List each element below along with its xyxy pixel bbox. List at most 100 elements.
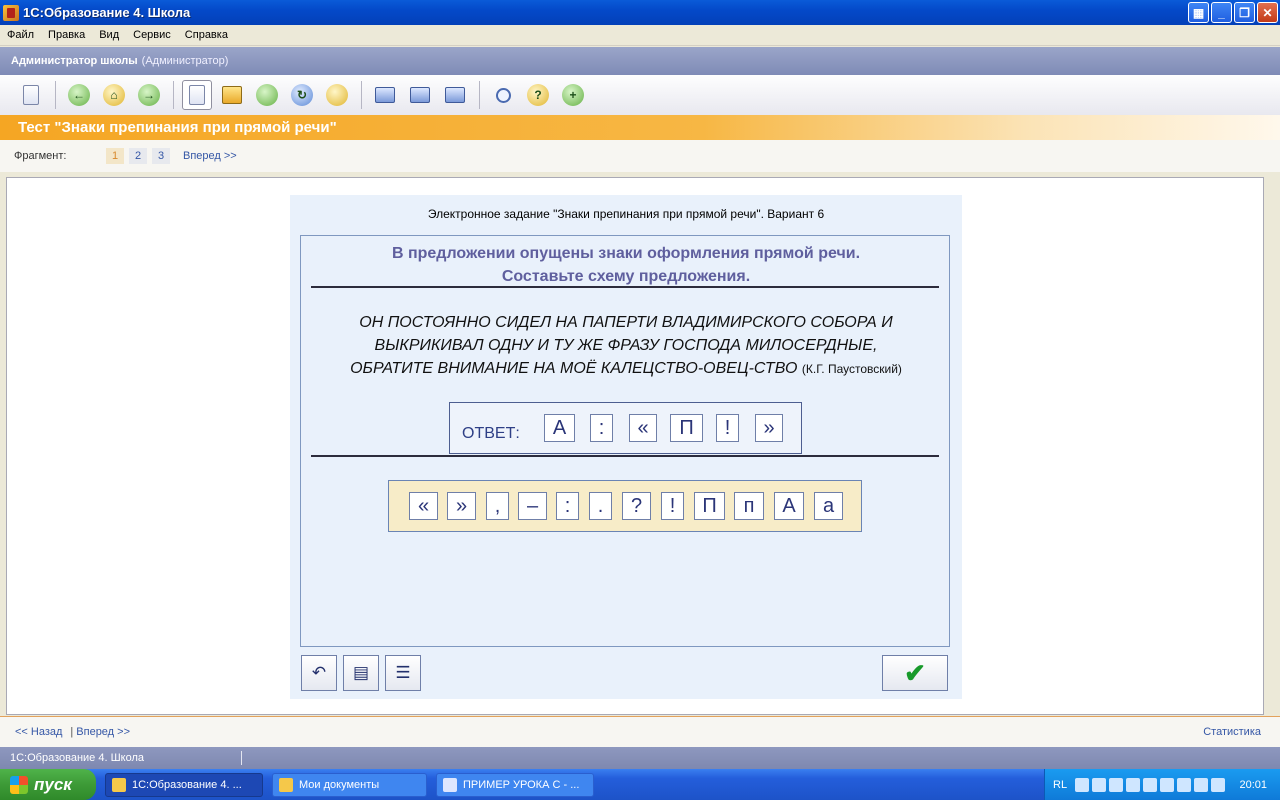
task-instruction: В предложении опущены знаки оформления п… xyxy=(301,242,951,288)
screen-button[interactable] xyxy=(370,80,400,110)
status-text: 1С:Образование 4. Школа xyxy=(10,752,145,764)
export-icon xyxy=(256,84,278,106)
answer-slot[interactable]: : xyxy=(590,414,613,442)
symbol-choice[interactable]: « xyxy=(409,492,438,520)
refresh-button[interactable]: ↻ xyxy=(287,80,317,110)
instruction-line-2: Составьте схему предложения. xyxy=(501,268,751,285)
display-icon[interactable] xyxy=(1160,777,1175,792)
taskbar-item-1c[interactable]: 1С:Образование 4. ... xyxy=(105,772,263,797)
taskbar: пуск 1С:Образование 4. ... Мои документы… xyxy=(0,769,1280,800)
symbol-choice[interactable]: п xyxy=(734,492,764,520)
answer-box[interactable]: ОТВЕТ: А : « П ! » xyxy=(449,402,802,454)
clock[interactable]: 20:01 xyxy=(1239,779,1267,791)
symbol-choice[interactable]: а xyxy=(814,492,843,520)
answer-slot[interactable]: А xyxy=(544,414,575,442)
restore-button[interactable]: ❐ xyxy=(1234,2,1255,23)
symbol-choice[interactable]: » xyxy=(447,492,476,520)
taskbar-item-label: 1С:Образование 4. ... xyxy=(132,778,242,791)
notes-button[interactable]: ☰ xyxy=(385,655,421,691)
symbol-choice[interactable]: : xyxy=(556,492,579,520)
usb-icon[interactable] xyxy=(1126,777,1141,792)
profile-button[interactable] xyxy=(322,80,352,110)
menu-help[interactable]: Справка xyxy=(178,29,235,41)
fragment-next-link[interactable]: Вперед >> xyxy=(183,150,237,162)
sentence-author: (К.Г. Паустовский) xyxy=(801,362,902,376)
page-button[interactable] xyxy=(182,80,212,110)
back-icon: ← xyxy=(68,84,90,106)
clock-icon[interactable] xyxy=(1177,777,1192,792)
back-link[interactable]: << Назад xyxy=(15,726,62,738)
user-name: Администратор школы xyxy=(11,55,138,67)
symbol-choice[interactable]: А xyxy=(774,492,804,520)
search-button[interactable] xyxy=(488,80,518,110)
tile-icon[interactable]: ▦ xyxy=(1188,2,1209,23)
instruction-line-1: В предложении опущены знаки оформления п… xyxy=(391,245,861,262)
user-role: (Администратор) xyxy=(141,55,229,67)
document-icon xyxy=(443,777,457,792)
divider xyxy=(311,455,939,457)
window-title: 1С:Образование 4. Школа xyxy=(23,5,191,20)
close-button[interactable]: ✕ xyxy=(1257,2,1278,23)
fragment-1[interactable]: 1 xyxy=(106,148,124,164)
menu-view[interactable]: Вид xyxy=(92,29,126,41)
symbol-choice[interactable]: ! xyxy=(661,492,684,520)
taskbar-item-label: ПРИМЕР УРОКА С - ... xyxy=(463,778,580,791)
tool-icon[interactable] xyxy=(1211,777,1226,792)
test-header: Тест "Знаки препинания при прямой речи" xyxy=(0,115,1280,140)
status-divider xyxy=(241,751,242,765)
book-button[interactable] xyxy=(217,80,247,110)
add-button[interactable]: + xyxy=(558,80,588,110)
start-label: пуск xyxy=(34,774,72,794)
symbol-choice[interactable]: . xyxy=(589,492,612,520)
answer-slot[interactable]: « xyxy=(629,414,657,442)
menu-edit[interactable]: Правка xyxy=(41,29,92,41)
answer-slot[interactable]: ! xyxy=(716,414,739,442)
fragment-3[interactable]: 3 xyxy=(152,148,170,164)
exit-button[interactable] xyxy=(16,80,46,110)
symbol-palette: « » , – : . ? ! П п А а xyxy=(388,480,862,532)
hint-button[interactable]: ▤ xyxy=(343,655,379,691)
answer-slot[interactable]: П xyxy=(670,414,703,442)
forward-link[interactable]: Вперед >> xyxy=(76,726,130,738)
fragment-2[interactable]: 2 xyxy=(129,148,147,164)
print-button[interactable] xyxy=(440,80,470,110)
taskbar-item-word[interactable]: ПРИМЕР УРОКА С - ... xyxy=(436,772,594,797)
antivirus-icon[interactable] xyxy=(1109,777,1124,792)
symbol-choice[interactable]: ? xyxy=(622,492,651,520)
sentence-line-3: ОБРАТИТЕ ВНИМАНИЕ НА МОЁ КАЛЕЦСТВО-ОВЕЦ-… xyxy=(350,360,798,377)
minimize-button[interactable]: _ xyxy=(1211,2,1232,23)
taskbar-item-documents[interactable]: Мои документы xyxy=(272,772,427,797)
network-icon[interactable] xyxy=(1092,777,1107,792)
window-controls: ▦ _ ❐ ✕ xyxy=(1188,2,1278,23)
answer-slot[interactable]: » xyxy=(755,414,783,442)
undo-button[interactable]: ↶ xyxy=(301,655,337,691)
title-bar: 1С:Образование 4. Школа ▦ _ ❐ ✕ xyxy=(0,0,1280,25)
windows-logo-icon xyxy=(10,775,28,794)
menu-file[interactable]: Файл xyxy=(0,29,41,41)
back-button[interactable]: ← xyxy=(64,80,94,110)
nav-separator: | xyxy=(70,726,74,738)
export-button[interactable] xyxy=(252,80,282,110)
screen-icon xyxy=(375,87,395,103)
statistics-link[interactable]: Статистика xyxy=(1203,726,1261,738)
check-answer-button[interactable]: ✔ xyxy=(882,655,948,691)
task-sentence: ОН ПОСТОЯННО СИДЕЛ НА ПАПЕРТИ ВЛАДИМИРСК… xyxy=(325,311,927,381)
home-button[interactable]: ⌂ xyxy=(99,80,129,110)
undo-icon: ↶ xyxy=(311,663,327,682)
symbol-choice[interactable]: , xyxy=(486,492,509,520)
page-icon: ▤ xyxy=(352,663,370,682)
chat-icon[interactable] xyxy=(1194,777,1209,792)
menu-service[interactable]: Сервис xyxy=(126,29,178,41)
page-icon xyxy=(189,85,205,105)
symbol-choice[interactable]: П xyxy=(694,492,725,520)
tray-icons xyxy=(1075,777,1226,792)
toolbar-separator xyxy=(361,81,362,109)
screen-down-button[interactable] xyxy=(405,80,435,110)
language-indicator[interactable]: RL xyxy=(1053,779,1067,791)
help-button[interactable]: ? xyxy=(523,80,553,110)
start-button[interactable]: пуск xyxy=(0,769,96,800)
symbol-choice[interactable]: – xyxy=(518,492,547,520)
monitor-icon[interactable] xyxy=(1143,777,1158,792)
tray-expand-icon[interactable] xyxy=(1075,777,1090,792)
forward-button[interactable]: → xyxy=(134,80,164,110)
